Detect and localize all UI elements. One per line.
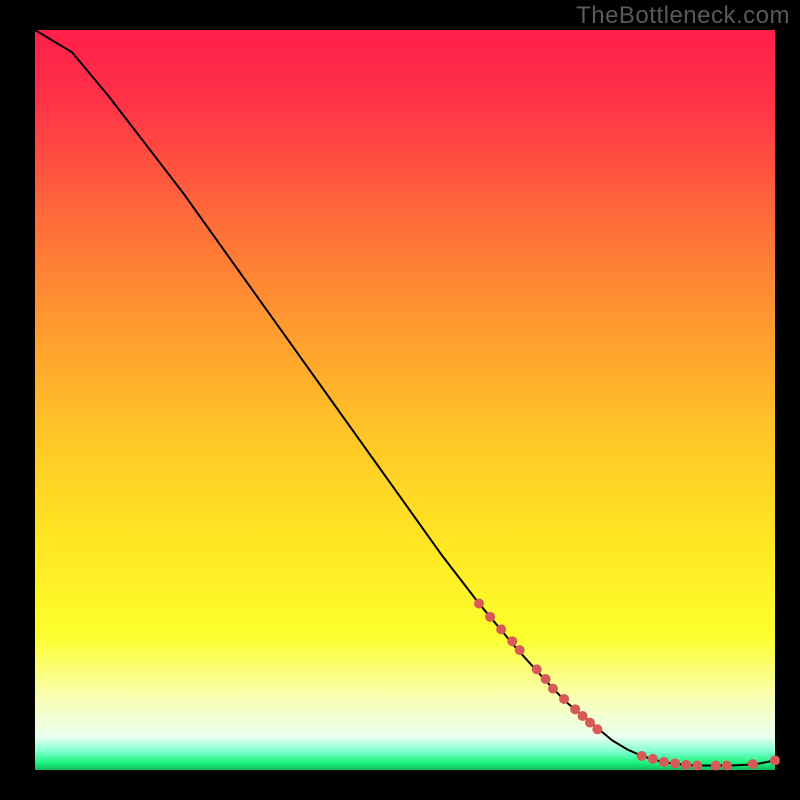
data-marker (485, 612, 495, 622)
data-marker (592, 724, 602, 734)
data-marker (541, 674, 551, 684)
data-marker (578, 711, 588, 721)
data-marker (548, 684, 558, 694)
chart-svg (35, 30, 775, 770)
data-marker (648, 754, 658, 764)
data-marker (474, 599, 484, 609)
data-marker (507, 636, 517, 646)
data-marker (637, 751, 647, 761)
data-marker (659, 757, 669, 767)
data-marker (770, 755, 780, 765)
curve-line (35, 30, 775, 766)
data-marker (711, 761, 721, 771)
data-marker (692, 761, 702, 771)
data-marker (585, 718, 595, 728)
data-marker (496, 624, 506, 634)
data-marker (748, 759, 758, 769)
marker-group (474, 599, 780, 771)
chart-stage: TheBottleneck.com (0, 0, 800, 800)
data-marker (681, 760, 691, 770)
data-marker (532, 664, 542, 674)
data-marker (559, 694, 569, 704)
data-marker (570, 704, 580, 714)
data-marker (722, 761, 732, 771)
watermark-text: TheBottleneck.com (576, 2, 790, 30)
plot-area (35, 30, 775, 770)
data-marker (515, 645, 525, 655)
data-marker (670, 758, 680, 768)
